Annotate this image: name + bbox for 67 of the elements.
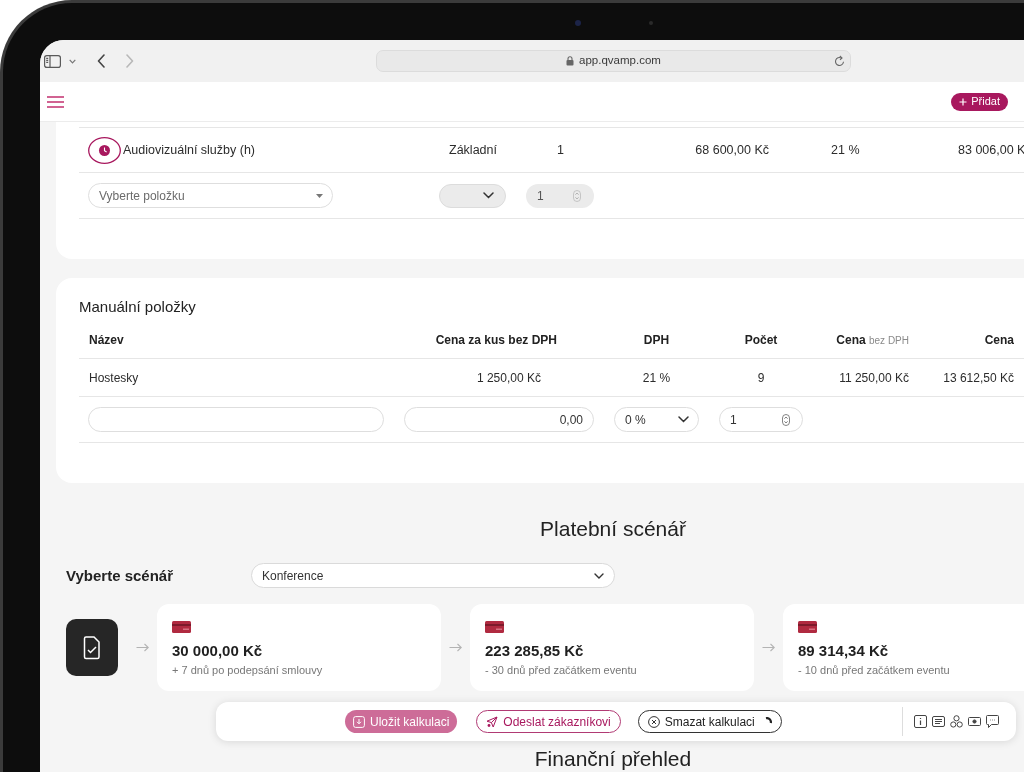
table-cell-text: Audiovizuální služby (h): [123, 141, 255, 159]
name-field[interactable]: [88, 407, 384, 432]
arrow-right-icon: [449, 643, 462, 652]
banknote-icon[interactable]: [968, 715, 981, 728]
delete-button[interactable]: Smazat kalkulaci: [637, 710, 782, 733]
section-heading: Platební scénář: [540, 516, 686, 542]
field-label: Vyberte scénář: [66, 566, 173, 584]
note-icon[interactable]: [932, 715, 945, 728]
table-cell: 1 250,00 Kč: [476, 370, 541, 385]
payment-amount: 30 000,00 Kč: [172, 642, 263, 659]
price-field[interactable]: 0,00: [404, 407, 594, 432]
close-circle-icon: [647, 715, 660, 728]
menu-icon[interactable]: [47, 95, 64, 108]
table-cell: Hostesky: [89, 370, 139, 385]
plus-icon: [959, 97, 968, 106]
count-field[interactable]: 1: [719, 407, 803, 432]
send-icon: [486, 715, 499, 728]
send-button[interactable]: Odeslat zákazníkovi: [476, 710, 621, 733]
table-cell: 1: [557, 142, 564, 157]
arrow-right-icon: [136, 643, 149, 652]
lock-icon: [566, 56, 575, 66]
payment-due-text: - 10 dnů před začátkem eventu: [798, 664, 950, 676]
document-check-icon: [66, 619, 118, 676]
chat-icon[interactable]: [986, 715, 999, 728]
scenario-select[interactable]: Konference: [251, 563, 615, 588]
add-button[interactable]: Přidat: [951, 92, 1008, 111]
payment-due-text: - 30 dnů před začátkem eventu: [485, 664, 637, 676]
column-header: Cena: [984, 332, 1014, 347]
back-icon[interactable]: [97, 54, 105, 68]
clock-icon: [88, 136, 121, 164]
credit-card-icon: [172, 621, 191, 633]
section-heading: Finanční přehled: [534, 746, 692, 772]
table-cell: 21 %: [642, 370, 671, 385]
table-cell: 13 612,50 Kč: [943, 370, 1014, 385]
vat-select[interactable]: 0 %: [614, 407, 699, 432]
download-icon: [353, 715, 365, 728]
sidebar-toggle-icon[interactable]: [44, 54, 61, 68]
column-header: Cena bez DPH: [836, 332, 909, 347]
table-cell: 21 %: [831, 142, 860, 157]
chevron-down-icon: [594, 572, 604, 579]
table-cell: 9: [757, 370, 765, 385]
payment-amount: 89 314,34 Kč: [798, 642, 889, 659]
three-circles-icon[interactable]: [950, 715, 963, 728]
table-cell: 68 600,00 Kč: [695, 142, 769, 157]
quantity-field[interactable]: 1: [526, 183, 594, 208]
card-title: Manuální položky: [79, 297, 197, 317]
camera-icon: [575, 20, 581, 26]
column-header: Cena za kus bez DPH: [435, 332, 557, 347]
caret-icon: [316, 193, 323, 198]
credit-card-icon: [485, 621, 504, 633]
payment-due-text: + 7 dnů po podepsání smlouvy: [172, 664, 323, 676]
table-cell: Základní: [449, 142, 497, 157]
chevron-down-icon: [483, 192, 494, 199]
stepper-icon[interactable]: [782, 413, 790, 426]
address-bar[interactable]: app.qvamp.com: [376, 50, 851, 72]
arrow-right-icon: [762, 643, 775, 652]
chevron-down-icon: [678, 416, 689, 423]
payment-amount: 223 285,85 Kč: [485, 642, 584, 659]
column-header: Počet: [744, 332, 778, 347]
info-icon[interactable]: [914, 715, 927, 728]
column-header: DPH: [643, 332, 670, 347]
reload-icon[interactable]: [834, 55, 845, 67]
chevron-down-icon[interactable]: [69, 58, 76, 64]
table-cell: 11 250,00 Kč: [839, 370, 909, 385]
column-header: Název: [89, 332, 124, 347]
item-select[interactable]: Vyberte položku: [88, 183, 333, 208]
credit-card-icon: [798, 621, 817, 633]
